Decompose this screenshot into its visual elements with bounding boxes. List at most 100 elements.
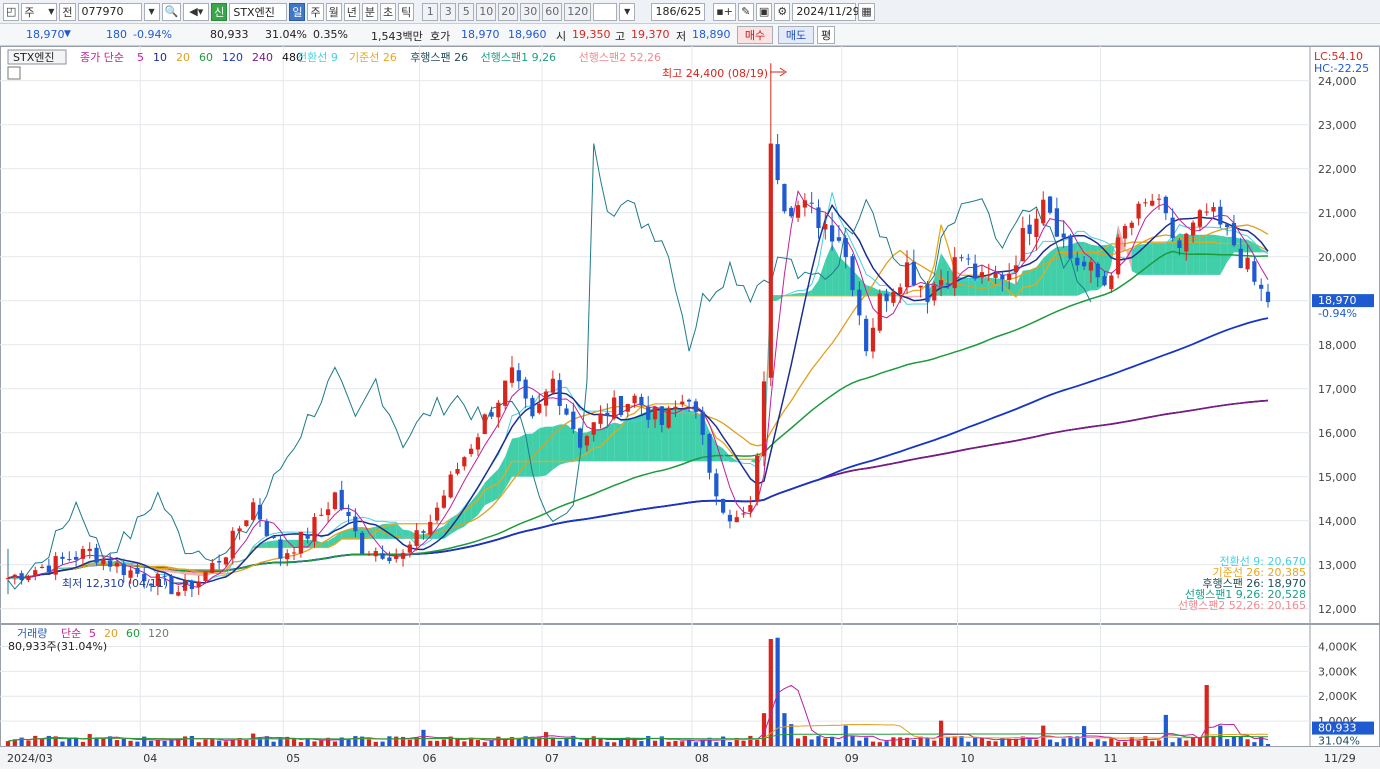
volume-bar	[163, 741, 167, 746]
current-price: 18,970	[26, 28, 65, 41]
gear-icon[interactable]: ⚙	[774, 3, 790, 21]
volume-bar	[292, 738, 296, 746]
ichimoku-cloud-bull	[539, 427, 546, 477]
volume-bar	[1218, 726, 1222, 746]
period-second[interactable]: 초	[380, 3, 396, 21]
volume-bar	[755, 740, 759, 746]
turnover-rate: 0.35%	[313, 28, 348, 41]
x-tick-label: 10	[961, 752, 975, 765]
volume-bar	[1109, 738, 1113, 746]
candle-body	[115, 563, 119, 567]
candle-body	[272, 536, 276, 538]
chart-area[interactable]: 24,00023,00022,00021,00020,00019,00018,0…	[0, 46, 1380, 769]
interval-1[interactable]: 1	[422, 3, 438, 21]
search-icon[interactable]: 🔍	[162, 3, 182, 21]
ichimoku-value-readout: 선행스팬2 52,26: 20,165	[1178, 599, 1306, 612]
type-select[interactable]: 주 ▼	[21, 3, 57, 21]
interval-5[interactable]: 5	[458, 3, 474, 21]
candle-body	[312, 517, 316, 541]
save-icon[interactable]: ▣	[756, 3, 772, 21]
candle-body	[306, 535, 310, 539]
period-week[interactable]: 주	[307, 3, 323, 21]
stock-code-input[interactable]: 077970	[78, 3, 142, 21]
volume-bar	[639, 741, 643, 746]
volume-bar	[925, 737, 929, 746]
period-minute[interactable]: 분	[362, 3, 378, 21]
volume-bar	[830, 737, 834, 746]
custom-interval-dropdown-icon[interactable]: ▼	[619, 3, 635, 21]
candle-body	[1000, 275, 1004, 280]
volume-bar	[598, 738, 602, 746]
ichimoku-cloud-bull	[1159, 243, 1166, 275]
period-day[interactable]: 일	[289, 3, 305, 21]
volume-ratio: 31.04%	[265, 28, 307, 41]
candle-body	[1075, 258, 1079, 266]
volume-bar	[803, 736, 807, 746]
candle-body	[884, 294, 888, 302]
volume-bar	[1055, 742, 1059, 746]
price-chart[interactable]: 24,00023,00022,00021,00020,00019,00018,0…	[0, 46, 1380, 769]
draw-tool-icon[interactable]: ✎	[738, 3, 754, 21]
buy-button[interactable]: 매수	[737, 26, 773, 44]
candle-body	[1089, 262, 1093, 270]
x-tick-label: 11	[1104, 752, 1118, 765]
candle-body	[544, 392, 548, 406]
interval-10[interactable]: 10	[476, 3, 496, 21]
trade-volume: 80,933	[210, 28, 249, 41]
candle-body	[1096, 264, 1100, 277]
legend-ma-240: 240	[252, 51, 273, 64]
candle-body	[60, 557, 64, 559]
price-panel-frame	[1, 47, 1380, 624]
candle-body	[925, 285, 929, 302]
grid-toggle-icon[interactable]	[8, 67, 20, 79]
candle-body	[1232, 223, 1236, 245]
code-dropdown-icon[interactable]: ▼	[144, 3, 160, 21]
custom-interval-input[interactable]	[593, 3, 617, 21]
ichimoku-cloud-bull	[560, 424, 567, 464]
legend-stock-name: STX엔진	[13, 51, 54, 64]
candle-body	[81, 549, 85, 559]
candle-body	[333, 492, 337, 509]
candle-body	[285, 553, 289, 559]
volume-bar	[122, 739, 126, 746]
legend-ma-10: 10	[153, 51, 167, 64]
candle-body	[864, 319, 868, 351]
interval-20[interactable]: 20	[498, 3, 518, 21]
interval-3[interactable]: 3	[440, 3, 456, 21]
eval-button[interactable]: 평	[817, 26, 835, 44]
period-year[interactable]: 년	[344, 3, 360, 21]
data-count-field[interactable]: 186/625	[651, 3, 705, 21]
x-tick-label: 05	[286, 752, 300, 765]
legend-volume-ma-5: 5	[89, 627, 96, 640]
candle-body	[135, 568, 139, 574]
candle-body	[1014, 265, 1018, 272]
candle-body	[346, 512, 350, 516]
stock-name-field[interactable]: STX엔진	[229, 3, 287, 21]
candle-body	[1252, 261, 1256, 282]
volume-bar	[1239, 736, 1243, 746]
layout-icon[interactable]: ◰	[3, 3, 19, 21]
bid-price: 18,960	[508, 28, 547, 41]
candle-body	[94, 548, 98, 563]
sound-icon[interactable]: ◀▾	[183, 3, 209, 21]
candle-body	[673, 407, 677, 409]
volume-bar	[1034, 740, 1038, 746]
prev-button[interactable]: 전	[59, 3, 75, 21]
ichimoku-cloud-bull	[546, 427, 553, 476]
price-tag-pct: -0.94%	[1318, 307, 1357, 320]
period-month[interactable]: 월	[326, 3, 342, 21]
period-tick[interactable]: 틱	[398, 3, 414, 21]
add-indicator-icon[interactable]: ▪+	[713, 3, 736, 21]
volume-bar	[680, 741, 684, 746]
date-field[interactable]: 2024/11/29	[792, 3, 856, 21]
interval-30[interactable]: 30	[520, 3, 540, 21]
volume-bar	[585, 739, 589, 746]
interval-60[interactable]: 60	[542, 3, 562, 21]
sell-button[interactable]: 매도	[778, 26, 814, 44]
candle-body	[891, 292, 895, 303]
candle-body	[639, 397, 643, 406]
calendar-icon[interactable]: ▦	[858, 3, 874, 21]
interval-120[interactable]: 120	[564, 3, 591, 21]
volume-bar	[428, 741, 432, 746]
ask-price: 18,970	[461, 28, 500, 41]
